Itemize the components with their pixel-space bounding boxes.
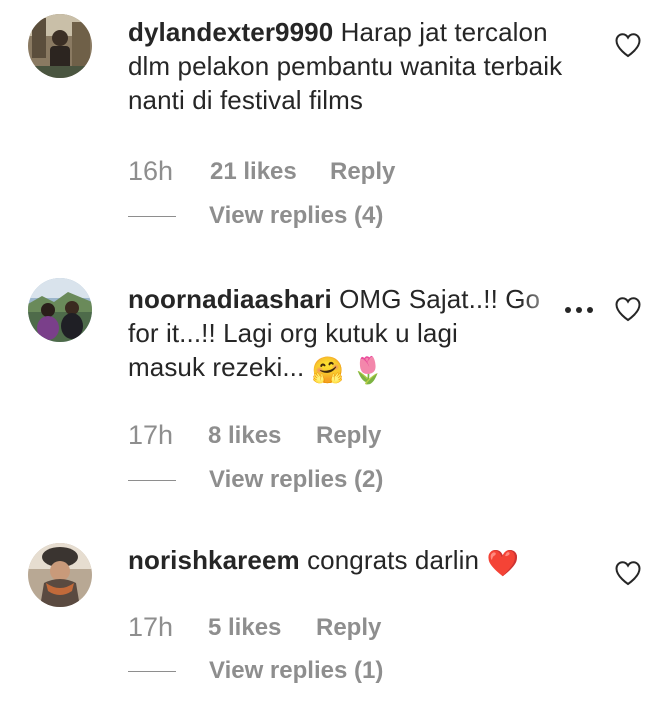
avatar[interactable] <box>28 14 92 78</box>
red-heart-emoji: ❤️ <box>486 548 519 578</box>
avatar[interactable] <box>28 543 92 607</box>
replies-divider <box>128 671 176 672</box>
comment-body: OMG Sajat..!! Go <box>339 284 541 314</box>
comment-body: masuk rezeki... <box>128 352 305 382</box>
more-options-button[interactable] <box>562 300 596 320</box>
comment-meta: 16h 21 likes Reply <box>128 156 428 188</box>
comment-line: masuk rezeki... 🤗 🌷 <box>128 350 593 387</box>
comment-text: noornadiaashari OMG Sajat..!! Go for it.… <box>128 282 593 387</box>
hugging-face-emoji: 🤗 <box>311 355 345 385</box>
like-button[interactable] <box>614 32 642 58</box>
like-button[interactable] <box>614 296 642 322</box>
comment-item: dylandexter9990 Harap jat tercalon dlm p… <box>0 0 658 240</box>
user-avatar-photo <box>28 543 92 607</box>
comment-username[interactable]: dylandexter9990 <box>128 17 333 47</box>
likes-count[interactable]: 8 likes <box>208 422 281 450</box>
comment-body: for it...!! Lagi org kutuk u lagi <box>128 318 458 348</box>
view-replies-label[interactable]: View replies (2) <box>209 466 383 494</box>
comment-meta: 17h 5 likes Reply <box>128 612 428 644</box>
view-replies-label[interactable]: View replies (1) <box>209 657 383 685</box>
more-options-icon <box>565 307 593 313</box>
comment-line: noornadiaashari OMG Sajat..!! Go <box>128 282 568 316</box>
avatar[interactable] <box>28 278 92 342</box>
replies-divider <box>128 480 176 481</box>
reply-button[interactable]: Reply <box>316 422 381 450</box>
tulip-emoji: 🌷 <box>351 355 384 385</box>
user-avatar-photo <box>28 278 92 342</box>
comment-time[interactable]: 17h <box>128 420 173 451</box>
comment-time[interactable]: 16h <box>128 156 173 187</box>
like-button[interactable] <box>614 560 642 586</box>
comment-body: congrats darlin <box>307 545 480 575</box>
reply-button[interactable]: Reply <box>316 614 381 642</box>
heart-outline-icon <box>615 297 641 322</box>
view-replies[interactable]: View replies (4) <box>128 202 428 230</box>
comment-username[interactable]: noornadiaashari <box>128 284 332 314</box>
heart-outline-icon <box>615 561 641 586</box>
view-replies-label[interactable]: View replies (4) <box>209 202 383 230</box>
comment-item: norishkareem congrats darlin ❤️ 17h 5 li… <box>0 525 658 710</box>
likes-count[interactable]: 21 likes <box>210 158 297 186</box>
user-avatar-photo <box>28 14 92 78</box>
view-replies[interactable]: View replies (2) <box>128 466 428 494</box>
comment-time[interactable]: 17h <box>128 612 173 643</box>
comment-username[interactable]: norishkareem <box>128 545 300 575</box>
comment-meta: 17h 8 likes Reply <box>128 420 428 452</box>
heart-outline-icon <box>615 33 641 58</box>
comment-text: dylandexter9990 Harap jat tercalon dlm p… <box>128 15 593 117</box>
likes-count[interactable]: 5 likes <box>208 614 281 642</box>
view-replies[interactable]: View replies (1) <box>128 657 428 685</box>
replies-divider <box>128 216 176 217</box>
comment-item: noornadiaashari OMG Sajat..!! Go for it.… <box>0 260 658 500</box>
comment-text: norishkareem congrats darlin ❤️ <box>128 543 593 580</box>
reply-button[interactable]: Reply <box>330 158 395 186</box>
